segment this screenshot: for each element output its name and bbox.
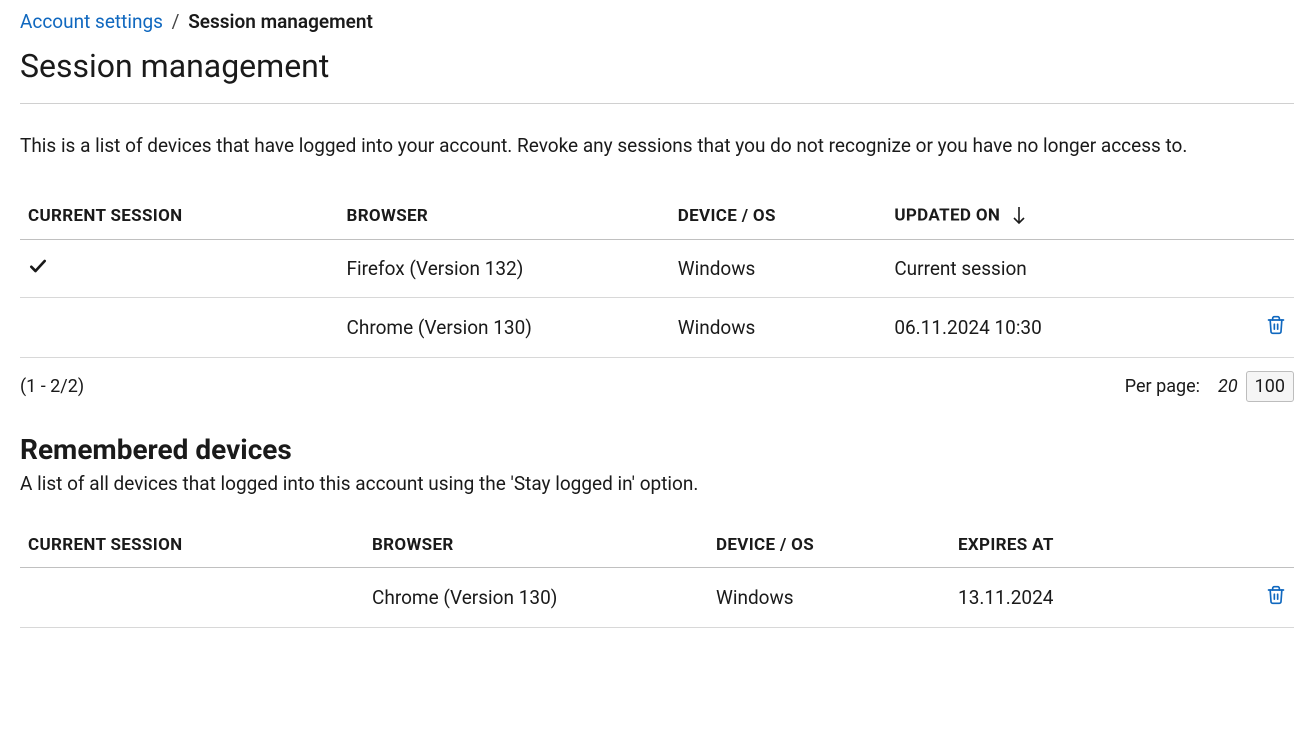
sessions-th-device-os[interactable]: DEVICE / OS [670,193,887,240]
sessions-th-updated-on[interactable]: UPDATED ON [886,193,1230,240]
breadcrumb-parent-link[interactable]: Account settings [20,10,163,33]
breadcrumb-separator: / [172,10,180,33]
pagination-range: (1 - 2/2) [20,376,84,397]
sessions-th-updated-on-label: UPDATED ON [894,205,1000,225]
page-description: This is a list of devices that have logg… [20,132,1294,161]
remembered-devices-description: A list of all devices that logged into t… [20,472,1294,495]
session-current-cell [20,239,339,297]
remembered-devices-title: Remembered devices [20,433,1294,466]
remembered-th-browser[interactable]: BROWSER [364,523,708,568]
session-action-cell [1230,239,1294,297]
session-updated-on-cell: Current session [886,239,1230,297]
remembered-current-cell [20,567,364,627]
per-page-option-20[interactable]: 20 [1210,372,1246,401]
session-action-cell [1230,297,1294,357]
remembered-action-cell [1230,567,1294,627]
per-page-controls: Per page: 20100 [1125,376,1294,397]
table-row: Firefox (Version 132)WindowsCurrent sess… [20,239,1294,297]
sessions-th-browser[interactable]: BROWSER [339,193,670,240]
remembered-th-device-os[interactable]: DEVICE / OS [708,523,950,568]
remembered-browser-cell: Chrome (Version 130) [364,567,708,627]
sessions-table: CURRENT SESSION BROWSER DEVICE / OS UPDA… [20,193,1294,358]
pagination-row: (1 - 2/2) Per page: 20100 [20,376,1294,397]
remembered-expires-at-cell: 13.11.2024 [950,567,1230,627]
trash-icon[interactable] [1266,584,1286,606]
per-page-label: Per page: [1125,376,1200,397]
session-current-cell [20,297,339,357]
table-row: Chrome (Version 130)Windows13.11.2024 [20,567,1294,627]
remembered-device-os-cell: Windows [708,567,950,627]
per-page-option-100[interactable]: 100 [1246,371,1294,402]
remembered-th-action [1230,523,1294,568]
table-row: Chrome (Version 130)Windows06.11.2024 10… [20,297,1294,357]
session-browser-cell: Firefox (Version 132) [339,239,670,297]
sessions-th-current-session[interactable]: CURRENT SESSION [20,193,339,240]
title-divider [20,103,1294,104]
breadcrumb: Account settings / Session management [20,10,1294,33]
remembered-th-current-session[interactable]: CURRENT SESSION [20,523,364,568]
session-updated-on-cell: 06.11.2024 10:30 [886,297,1230,357]
trash-icon[interactable] [1266,314,1286,336]
page-title: Session management [20,47,1294,85]
check-icon [28,258,48,281]
session-browser-cell: Chrome (Version 130) [339,297,670,357]
sessions-th-action [1230,193,1294,240]
remembered-devices-table: CURRENT SESSION BROWSER DEVICE / OS EXPI… [20,523,1294,628]
session-device-os-cell: Windows [670,239,887,297]
remembered-th-expires-at[interactable]: EXPIRES AT [950,523,1230,568]
breadcrumb-current: Session management [188,10,373,33]
session-device-os-cell: Windows [670,297,887,357]
sort-descending-icon [1005,205,1027,225]
